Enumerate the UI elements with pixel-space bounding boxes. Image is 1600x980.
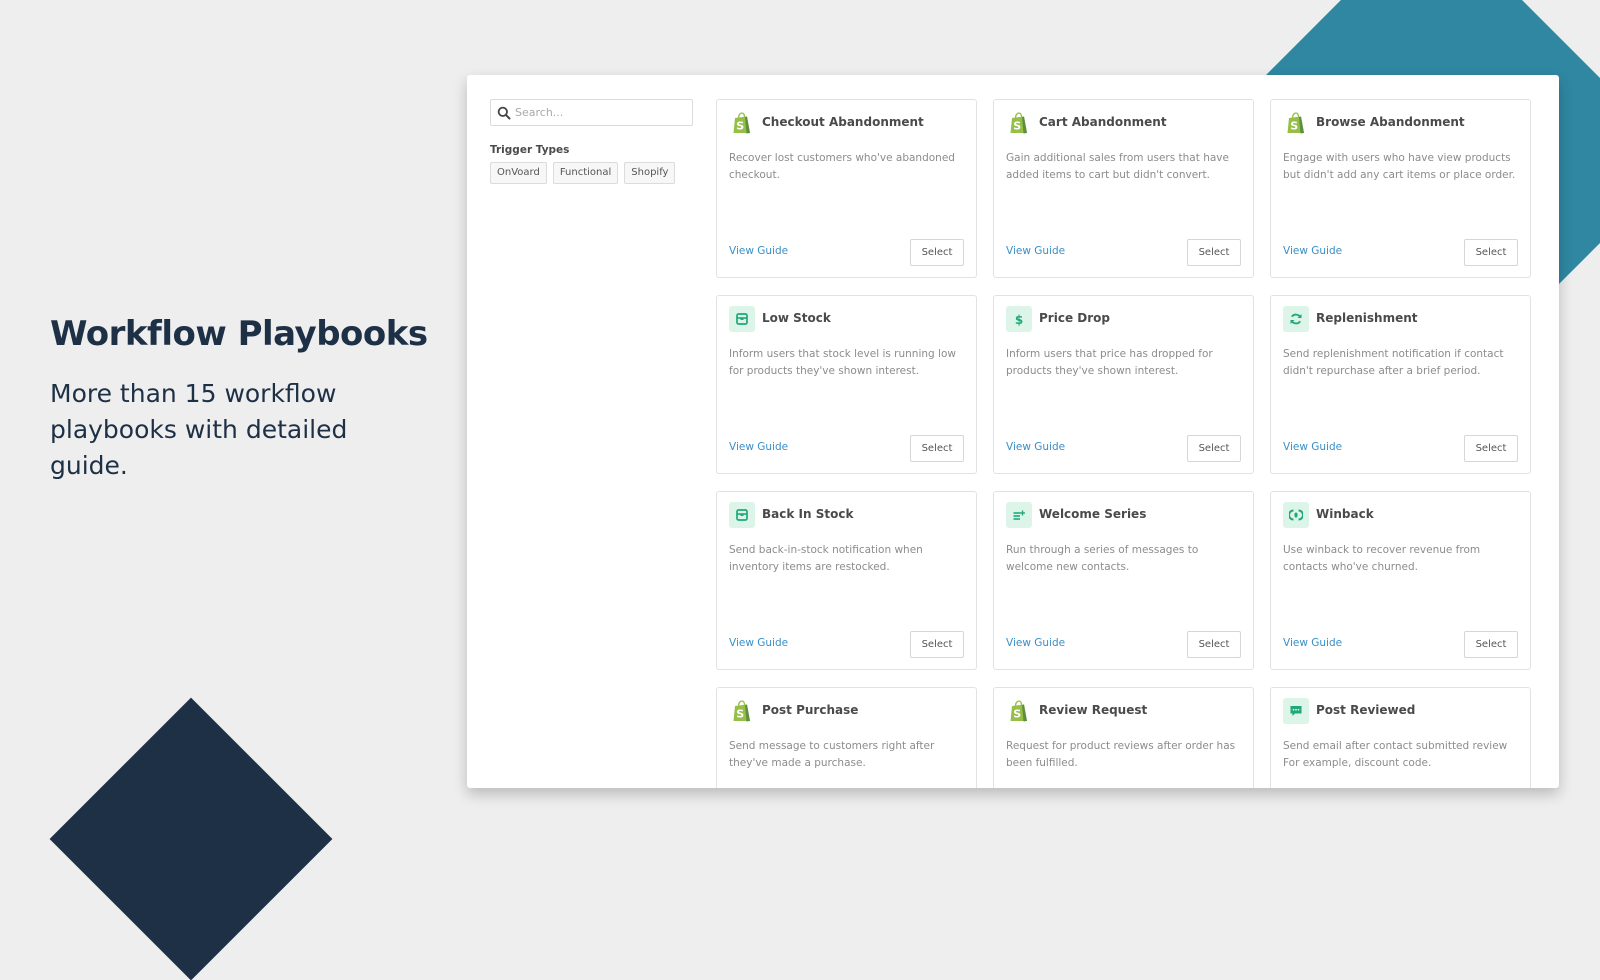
card-title: Welcome Series [1039, 507, 1147, 521]
card-title: Checkout Abandonment [762, 115, 924, 129]
playbook-card-browse-abandonment: S Browse Abandonment Engage with users w… [1270, 99, 1531, 278]
view-guide-link[interactable]: View Guide [729, 245, 788, 257]
winback-icon [1283, 502, 1309, 528]
card-description: Engage with users who have view products… [1283, 152, 1516, 181]
playbook-card-price-drop: $ Price Drop Inform users that price has… [993, 295, 1254, 474]
app-window: Trigger Types OnVoard Functional Shopify… [467, 75, 1559, 788]
search-icon [497, 106, 511, 120]
select-button[interactable]: Select [910, 435, 964, 462]
card-title: Cart Abandonment [1039, 115, 1167, 129]
playbook-grid: S Checkout Abandonment Recover lost cust… [716, 99, 1531, 788]
chip-shopify[interactable]: Shopify [624, 162, 676, 184]
playbook-card-low-stock: Low Stock Inform users that stock level … [716, 295, 977, 474]
svg-text:S: S [1013, 119, 1021, 132]
card-description: Recover lost customers who've abandoned … [729, 152, 955, 181]
card-title: Price Drop [1039, 311, 1110, 325]
playbook-card-cart-abandonment: S Cart Abandonment Gain additional sales… [993, 99, 1254, 278]
playbook-card-welcome-series: Welcome Series Run through a series of m… [993, 491, 1254, 670]
card-description: Gain additional sales from users that ha… [1006, 152, 1229, 181]
search-input[interactable] [515, 100, 685, 125]
trigger-type-chips: OnVoard Functional Shopify [490, 162, 693, 184]
view-guide-link[interactable]: View Guide [1283, 441, 1342, 453]
select-button[interactable]: Select [1464, 435, 1518, 462]
playbook-card-replenishment: Replenishment Send replenishment notific… [1270, 295, 1531, 474]
shopify-icon: S [1283, 110, 1309, 136]
view-guide-link[interactable]: View Guide [729, 441, 788, 453]
card-title: Post Purchase [762, 703, 859, 717]
card-description: Send message to customers right after th… [729, 740, 935, 769]
shopify-icon: S [729, 698, 755, 724]
hero-section: Workflow Playbooks More than 15 workflow… [50, 312, 430, 484]
shopify-icon: S [729, 110, 755, 136]
playbook-card-back-in-stock: Back In Stock Send back-in-stock notific… [716, 491, 977, 670]
card-description: Run through a series of messages to welc… [1006, 544, 1199, 573]
filter-sidebar: Trigger Types OnVoard Functional Shopify [490, 99, 693, 184]
select-button[interactable]: Select [1464, 239, 1518, 266]
hero-title: Workflow Playbooks [50, 314, 428, 354]
refresh-icon [1283, 306, 1309, 332]
card-title: Winback [1316, 507, 1374, 521]
select-button[interactable]: Select [1464, 631, 1518, 658]
view-guide-link[interactable]: View Guide [1006, 637, 1065, 649]
playbook-card-post-purchase: S Post Purchase Send message to customer… [716, 687, 977, 788]
card-title: Post Reviewed [1316, 703, 1416, 717]
select-button[interactable]: Select [1187, 435, 1241, 462]
card-description: Use winback to recover revenue from cont… [1283, 544, 1481, 573]
decorative-navy-diamond [49, 697, 333, 980]
chat-icon [1283, 698, 1309, 724]
svg-text:S: S [1290, 119, 1298, 132]
select-button[interactable]: Select [1187, 239, 1241, 266]
box-icon [729, 502, 755, 528]
hero-subtitle: More than 15 workflow playbooks with det… [50, 379, 348, 480]
playbook-card-post-reviewed: Post Reviewed Send email after contact s… [1270, 687, 1531, 788]
list-add-icon [1006, 502, 1032, 528]
card-title: Back In Stock [762, 507, 854, 521]
svg-text:S: S [736, 707, 744, 720]
search-box[interactable] [490, 99, 693, 126]
card-title: Browse Abandonment [1316, 115, 1465, 129]
select-button[interactable]: Select [910, 239, 964, 266]
trigger-types-label: Trigger Types [490, 144, 570, 156]
card-description: Request for product reviews after order … [1006, 740, 1236, 769]
view-guide-link[interactable]: View Guide [1006, 245, 1065, 257]
playbook-card-review-request: S Review Request Request for product rev… [993, 687, 1254, 788]
playbook-card-winback: Winback Use winback to recover revenue f… [1270, 491, 1531, 670]
view-guide-link[interactable]: View Guide [729, 637, 788, 649]
playbook-card-checkout-abandonment: S Checkout Abandonment Recover lost cust… [716, 99, 977, 278]
shopify-icon: S [1006, 110, 1032, 136]
dollar-icon: $ [1006, 306, 1032, 332]
box-icon [729, 306, 755, 332]
card-title: Low Stock [762, 311, 831, 325]
view-guide-link[interactable]: View Guide [1283, 245, 1342, 257]
card-title: Replenishment [1316, 311, 1418, 325]
chip-functional[interactable]: Functional [552, 162, 619, 184]
svg-text:S: S [1013, 707, 1021, 720]
card-title: Review Request [1039, 703, 1148, 717]
card-description: Inform users that stock level is running… [729, 348, 956, 377]
select-button[interactable]: Select [910, 631, 964, 658]
svg-text:$: $ [1015, 313, 1023, 326]
shopify-icon: S [1006, 698, 1032, 724]
card-description: Send replenishment notification if conta… [1283, 348, 1504, 377]
view-guide-link[interactable]: View Guide [1283, 637, 1342, 649]
view-guide-link[interactable]: View Guide [1006, 441, 1065, 453]
card-description: Send email after contact submitted revie… [1283, 740, 1508, 769]
card-description: Inform users that price has dropped for … [1006, 348, 1213, 377]
chip-onvoard[interactable]: OnVoard [490, 162, 547, 184]
svg-text:S: S [736, 119, 744, 132]
select-button[interactable]: Select [1187, 631, 1241, 658]
card-description: Send back-in-stock notification when inv… [729, 544, 923, 573]
